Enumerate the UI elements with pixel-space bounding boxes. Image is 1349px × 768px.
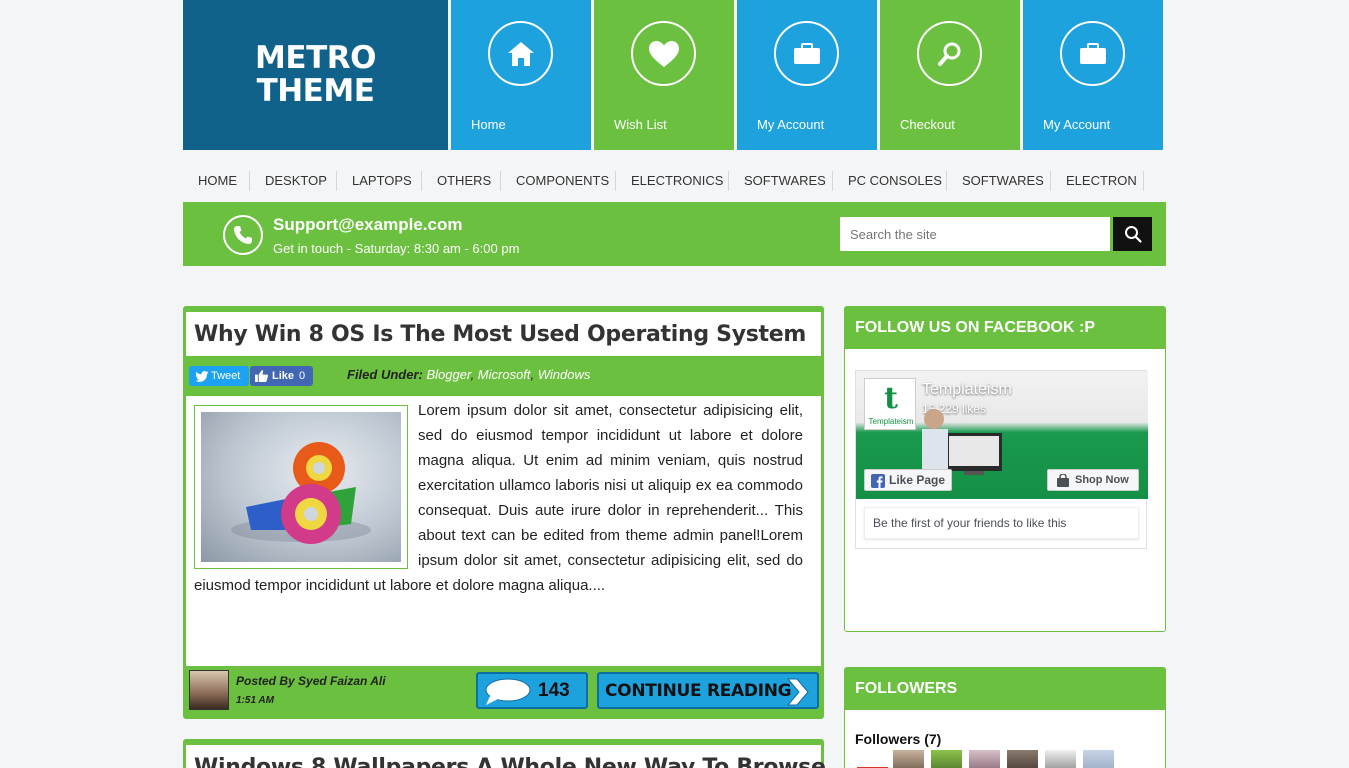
tile-wish-list[interactable]: Wish List	[594, 0, 734, 150]
support-hours: Get in touch - Saturday: 8:30 am - 6:00 …	[273, 241, 520, 256]
post-title[interactable]: Why Win 8 OS Is The Most Used Operating …	[194, 322, 806, 347]
facebook-shop-now-button[interactable]: Shop Now	[1047, 469, 1139, 491]
filed-under: Filed Under: Blogger, Microsoft, Windows	[347, 367, 591, 382]
post-card: Why Win 8 OS Is The Most Used Operating …	[183, 306, 824, 719]
post-time: 1:51 AM	[236, 695, 274, 706]
post-footer: Posted By Syed Faizan Ali 1:51 AM 143 CO…	[183, 666, 824, 719]
nav-item-others[interactable]: OTHERS	[437, 164, 491, 198]
facebook-icon	[871, 474, 885, 488]
site-logo[interactable]: METRO THEME	[183, 0, 448, 150]
followers-widget: FOLLOWERS Followers (7)	[844, 667, 1166, 768]
follower-avatar[interactable]	[1007, 750, 1038, 768]
comments-button[interactable]: 143	[476, 672, 588, 709]
category-link[interactable]: Windows	[538, 367, 591, 382]
facebook-friends-text: Be the first of your friends to like thi…	[864, 507, 1139, 539]
tile-home[interactable]: Home	[451, 0, 591, 150]
phone-icon	[223, 215, 263, 255]
search-button[interactable]	[1113, 217, 1152, 251]
thumbs-up-icon	[255, 370, 268, 382]
nav-item-softwares-2[interactable]: SOFTWARES	[962, 164, 1044, 198]
search-icon	[1124, 226, 1142, 243]
facebook-like-page-button[interactable]: Like Page	[864, 469, 952, 491]
nav-item-home[interactable]: HOME	[198, 164, 237, 198]
follower-avatar[interactable]	[931, 750, 962, 768]
arrow-right-icon	[786, 678, 809, 706]
briefcase-icon	[1060, 21, 1125, 86]
nav-item-laptops[interactable]: LAPTOPS	[352, 164, 412, 198]
speech-bubble-icon	[485, 678, 531, 705]
tweet-button[interactable]: Tweet	[189, 366, 249, 386]
nav-item-electron[interactable]: ELECTRON	[1066, 164, 1137, 198]
post-body: Lorem ipsum dolor sit amet, consectetur …	[186, 396, 821, 666]
facebook-widget: FOLLOW US ON FACEBOOK :P t Templateism T…	[844, 306, 1166, 632]
continue-reading-button[interactable]: CONTINUE READING	[597, 672, 819, 709]
nav-item-pc-consoles[interactable]: PC CONSOLES	[848, 164, 942, 198]
category-link[interactable]: Microsoft	[478, 367, 531, 382]
widget-heading: FOLLOWERS	[845, 668, 1165, 710]
follower-avatar[interactable]	[969, 750, 1000, 768]
follower-avatar[interactable]	[893, 750, 924, 768]
tile-my-account-2[interactable]: My Account	[1023, 0, 1163, 150]
search-input[interactable]	[840, 217, 1110, 251]
magnifier-icon	[917, 21, 982, 86]
follower-avatar[interactable]	[1083, 750, 1114, 768]
followers-count: Followers (7)	[855, 731, 942, 747]
nav-item-electronics[interactable]: ELECTRONICS	[631, 164, 723, 198]
follower-avatar[interactable]	[1045, 750, 1076, 768]
post-meta: Tweet Like 0 Filed Under: Blogger, Micro…	[183, 358, 824, 393]
post-title[interactable]: Windows 8 Wallpapers A Whole New Way To …	[194, 755, 826, 768]
nav-item-desktop[interactable]: DESKTOP	[265, 164, 327, 198]
twitter-icon	[196, 371, 209, 382]
header-tiles: METRO THEME Home Wish List My Account Ch…	[183, 0, 1166, 150]
follower-avatar[interactable]	[857, 750, 888, 768]
facebook-cover-image: t Templateism Templateism 15,229 likes L…	[856, 371, 1148, 499]
nav-item-softwares[interactable]: SOFTWARES	[744, 164, 826, 198]
category-link[interactable]: Blogger	[426, 367, 470, 382]
briefcase-icon	[774, 21, 839, 86]
nav-item-components[interactable]: COMPONENTS	[516, 164, 609, 198]
main-nav: HOME DESKTOP LAPTOPS OTHERS COMPONENTS E…	[183, 164, 1166, 198]
follower-avatars	[855, 750, 1155, 768]
support-email[interactable]: Support@example.com	[273, 215, 462, 235]
support-bar: Support@example.com Get in touch - Satur…	[183, 202, 1166, 266]
widget-heading: FOLLOW US ON FACEBOOK :P	[845, 307, 1165, 349]
author-avatar[interactable]	[189, 670, 229, 710]
home-icon	[488, 21, 553, 86]
tile-checkout[interactable]: Checkout	[880, 0, 1020, 150]
shopping-bag-icon	[1057, 474, 1069, 487]
like-count: 0	[299, 370, 306, 382]
author-name[interactable]: Posted By Syed Faizan Ali	[236, 674, 386, 688]
tile-my-account[interactable]: My Account	[737, 0, 877, 150]
facebook-page-plugin[interactable]: t Templateism Templateism 15,229 likes L…	[855, 370, 1148, 549]
post-card-2: Windows 8 Wallpapers A Whole New Way To …	[183, 739, 826, 768]
heart-icon	[631, 21, 696, 86]
